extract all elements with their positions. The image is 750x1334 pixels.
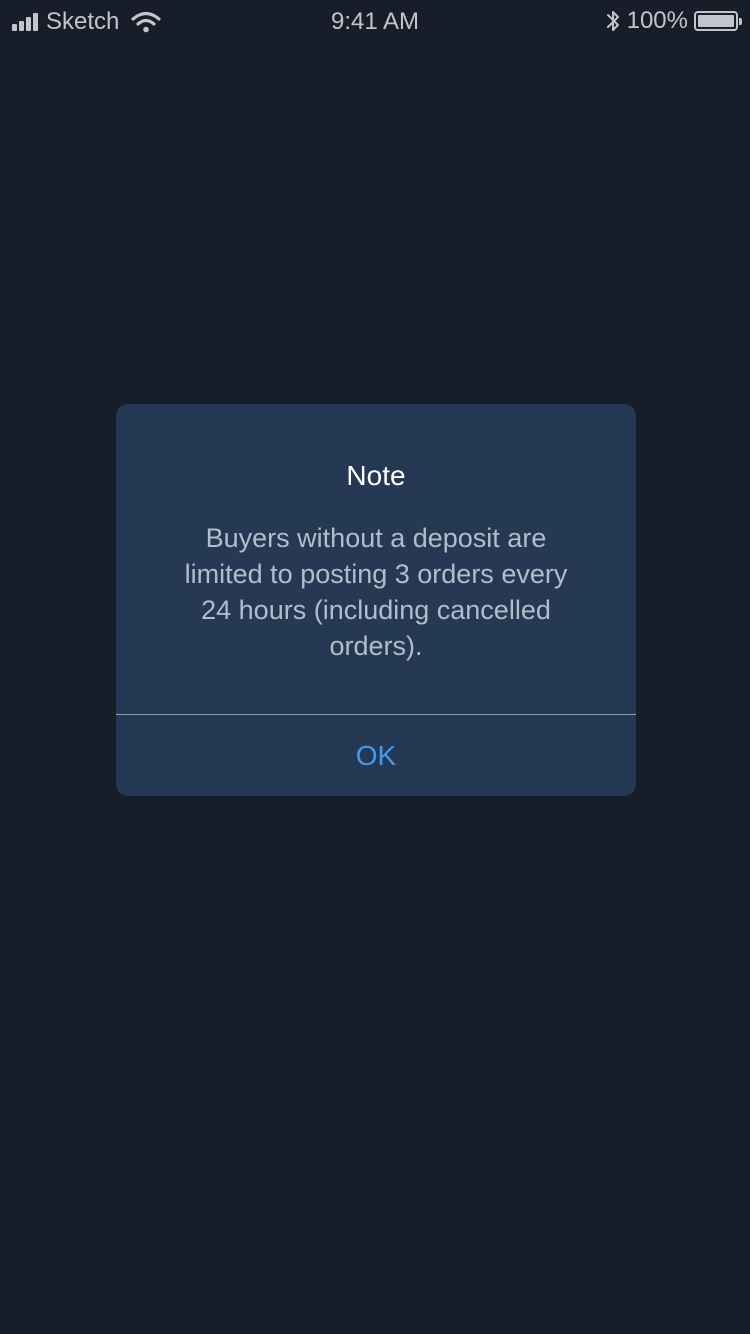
dialog-message: Buyers without a deposit are limited to … <box>184 523 568 661</box>
dialog-title: Note <box>346 460 406 491</box>
battery-icon <box>694 11 742 31</box>
alert-dialog: Note Buyers without a deposit are limite… <box>116 404 636 796</box>
status-right: 100% <box>605 7 742 35</box>
battery-level-fill <box>698 15 734 27</box>
battery-percentage: 100% <box>626 7 688 34</box>
ok-button[interactable]: OK <box>116 715 636 796</box>
bluetooth-icon <box>606 11 619 31</box>
status-bar: Sketch 9:41 AM 100% <box>0 0 750 40</box>
